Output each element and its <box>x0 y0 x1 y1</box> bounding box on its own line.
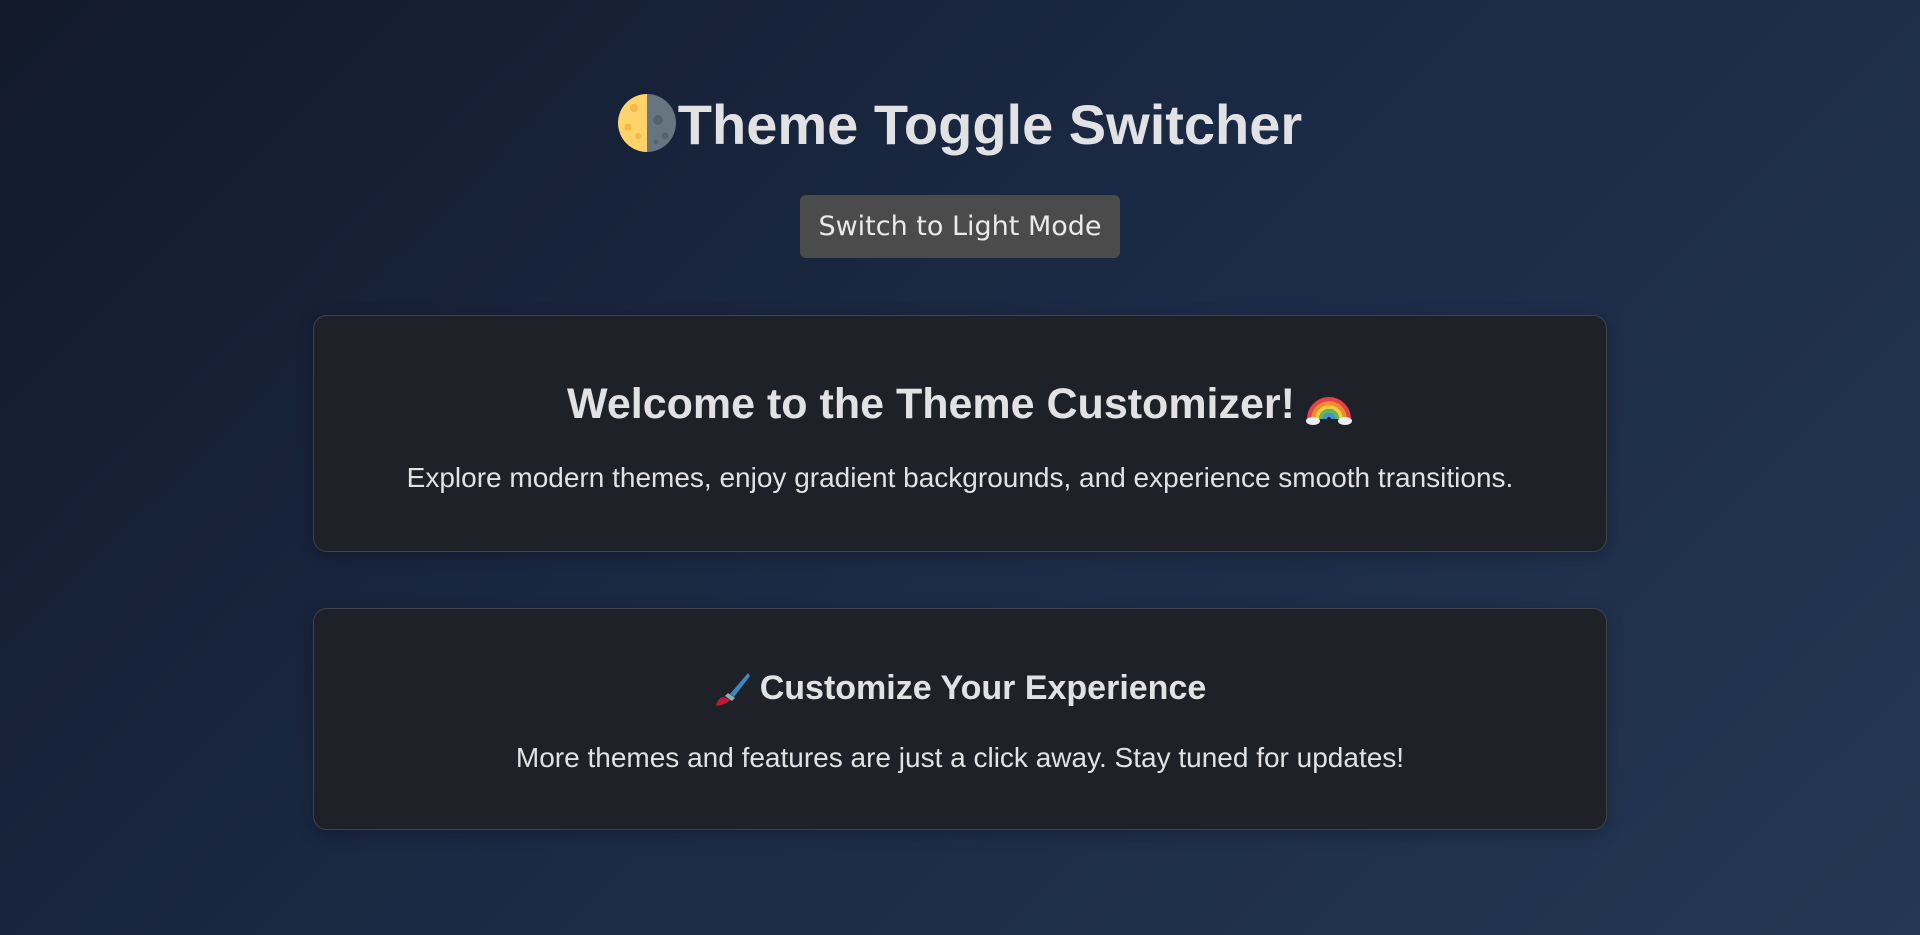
page-title: Theme Toggle Switcher <box>617 92 1303 157</box>
customize-heading-text: Customize Your Experience <box>759 669 1207 707</box>
paintbrush-icon <box>715 672 750 706</box>
page-header: Theme Toggle Switcher <box>0 88 1920 160</box>
welcome-heading: Welcome to the Theme Customizer! <box>314 380 1606 429</box>
first-quarter-moon-icon <box>617 94 676 152</box>
theme-toggle-button[interactable]: Switch to Light Mode <box>800 195 1120 258</box>
welcome-text: Explore modern themes, enjoy gradient ba… <box>406 462 1514 493</box>
welcome-heading-text: Welcome to the Theme Customizer! <box>567 380 1295 428</box>
customize-heading: Customize Your Experience <box>314 669 1606 708</box>
page-title-text: Theme Toggle Switcher <box>677 92 1303 156</box>
customize-card: Customize Your Experience More themes an… <box>313 608 1607 830</box>
customize-text: More themes and features are just a clic… <box>515 742 1405 773</box>
rainbow-icon <box>1305 396 1352 425</box>
welcome-card: Welcome to the Theme Customizer! Explore… <box>313 315 1607 552</box>
